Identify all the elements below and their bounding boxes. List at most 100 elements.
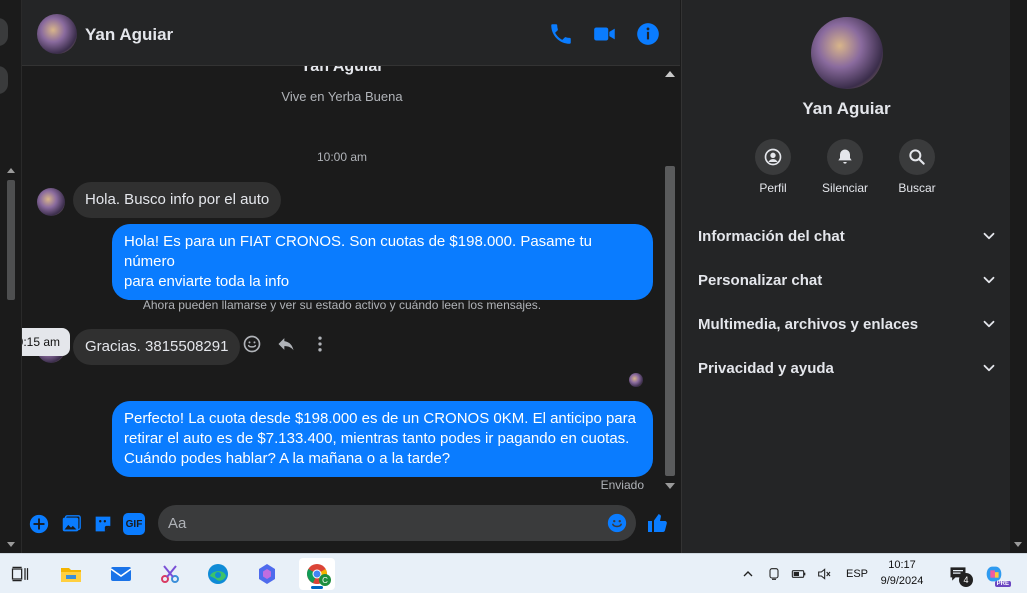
reply-icon[interactable] [276, 334, 296, 354]
sidebar-button[interactable] [0, 66, 8, 94]
device-icon[interactable] [766, 566, 782, 582]
message-text: Cuándo podes hablar? A la mañana o a la … [124, 450, 451, 467]
conversation-contact-name: Yan Aguiar [300, 66, 384, 75]
message-text: Perfecto! La cuota desde $198.000 es de … [124, 410, 636, 427]
incoming-message[interactable]: Hola. Busco info por el auto [73, 182, 282, 218]
search-icon [909, 149, 925, 165]
section-chat-info[interactable]: Información del chat [698, 221, 998, 251]
clock-time: 10:17 [888, 559, 916, 571]
language-indicator[interactable]: ESP [846, 568, 868, 580]
message-text: retirar el auto es de $7.133.400, mientr… [124, 430, 630, 447]
task-view-icon [11, 566, 29, 582]
contact-location: Vive en Yerba Buena [281, 89, 403, 104]
chevron-down-icon [983, 320, 995, 328]
mail-icon [110, 567, 132, 581]
edge-browser-button[interactable] [200, 558, 236, 590]
scroll-down-arrow[interactable] [665, 483, 675, 489]
file-explorer-button[interactable] [53, 558, 89, 590]
system-tray: ESP [740, 554, 868, 593]
message-input[interactable] [168, 505, 598, 541]
more-options-icon[interactable] [310, 334, 330, 354]
phone-icon[interactable] [548, 21, 574, 47]
seen-avatar [629, 373, 643, 387]
message-text: Hola! Es para un FIAT CRONOS. Son cuotas… [124, 233, 593, 270]
photo-icon[interactable] [60, 513, 82, 535]
notifications-button[interactable]: 4 [940, 558, 976, 590]
battery-icon[interactable] [790, 566, 808, 582]
message-text: Hola. Busco info por el auto [85, 191, 270, 208]
system-clock[interactable]: 10:17 9/9/2024 [872, 557, 932, 589]
preview-badge: PRE [994, 581, 1011, 587]
message-input-container[interactable] [158, 505, 636, 541]
delivery-status: Enviado [600, 478, 644, 492]
message-text: Gracias. 3815508291 [85, 338, 229, 355]
left-scrollbar[interactable] [5, 165, 17, 550]
timestamp-tooltip: 10:15 am [22, 328, 71, 356]
section-label: Información del chat [698, 227, 845, 245]
chrome-browser-button[interactable]: C [299, 558, 335, 590]
bell-icon [838, 149, 852, 164]
incoming-message[interactable]: Gracias. 3815508291 [73, 329, 241, 365]
mail-button[interactable] [103, 558, 139, 590]
emoji-icon[interactable] [606, 512, 628, 534]
info-icon[interactable] [635, 21, 661, 47]
chat-header: Yan Aguiar [22, 0, 680, 66]
chevron-down-icon [983, 232, 995, 240]
folder-icon [61, 568, 81, 582]
outgoing-message[interactable]: Hola! Es para un FIAT CRONOS. Son cuotas… [112, 224, 653, 300]
section-label: Privacidad y ayuda [698, 359, 834, 377]
copilot-app-button[interactable] [249, 558, 285, 590]
profile-icon [764, 148, 782, 166]
section-customize-chat[interactable]: Personalizar chat [698, 265, 998, 295]
react-emoji-icon[interactable] [242, 334, 262, 354]
video-camera-icon[interactable] [592, 21, 618, 47]
snipping-tool-button[interactable] [152, 558, 188, 590]
sidebar-button[interactable] [0, 18, 8, 46]
copilot-icon [259, 564, 275, 584]
volume-muted-icon[interactable] [816, 566, 832, 582]
message-composer: GIF [22, 494, 680, 553]
contact-name[interactable]: Yan Aguiar [85, 25, 173, 45]
profile-button[interactable]: Perfil [733, 139, 813, 195]
scrollbar-thumb[interactable] [665, 166, 675, 476]
search-button[interactable]: Buscar [877, 139, 957, 195]
message-actions [242, 334, 330, 354]
section-privacy-help[interactable]: Privacidad y ayuda [698, 353, 998, 383]
message-list[interactable]: Yan Aguiar Vive en Yerba Buena 10:00 am … [22, 66, 662, 494]
time-separator: 10:00 am [316, 150, 368, 164]
section-label: Personalizar chat [698, 271, 823, 289]
sender-avatar[interactable] [37, 188, 65, 216]
profile-avatar[interactable] [811, 17, 883, 89]
section-media-files-links[interactable]: Multimedia, archivos y enlaces [698, 309, 998, 339]
action-label: Silenciar [821, 181, 869, 195]
outgoing-message[interactable]: Perfecto! La cuota desde $198.000 es de … [112, 401, 653, 477]
like-icon[interactable] [646, 511, 670, 535]
plus-icon[interactable] [28, 513, 50, 535]
scissors-icon [161, 565, 179, 583]
scroll-down-arrow[interactable] [7, 542, 15, 547]
edge-icon [208, 564, 228, 584]
profile-name: Yan Aguiar [802, 99, 891, 118]
task-view-button[interactable] [2, 558, 38, 590]
contact-avatar[interactable] [37, 14, 77, 54]
message-scrollbar[interactable] [662, 66, 678, 494]
window-scrollbar[interactable] [1010, 0, 1027, 553]
chevron-up-icon[interactable] [740, 566, 756, 582]
windows-taskbar: C ESP 10:17 9/9/2024 4 PRE [0, 553, 1027, 593]
sticker-icon[interactable] [92, 513, 114, 535]
chevron-down-icon [983, 364, 995, 372]
clock-date: 9/9/2024 [880, 575, 924, 587]
scrollbar-thumb[interactable] [7, 180, 15, 300]
scroll-down-arrow[interactable] [1014, 542, 1022, 547]
copilot-button[interactable]: PRE [976, 558, 1012, 590]
action-label: Perfil [759, 181, 787, 195]
scroll-up-arrow[interactable] [665, 71, 675, 77]
chrome-profile-badge: C [319, 574, 331, 586]
scroll-up-arrow[interactable] [7, 168, 15, 173]
gif-icon[interactable]: GIF [123, 513, 145, 535]
mute-button[interactable]: Silenciar [805, 139, 885, 195]
chat-details-panel: Yan Aguiar Perfil Silenciar Buscar Infor… [681, 0, 1010, 553]
system-notice: Ahora pueden llamarse y ver su estado ac… [142, 298, 542, 312]
message-text: para enviarte toda la info [124, 273, 290, 290]
action-label: Buscar [898, 181, 936, 195]
